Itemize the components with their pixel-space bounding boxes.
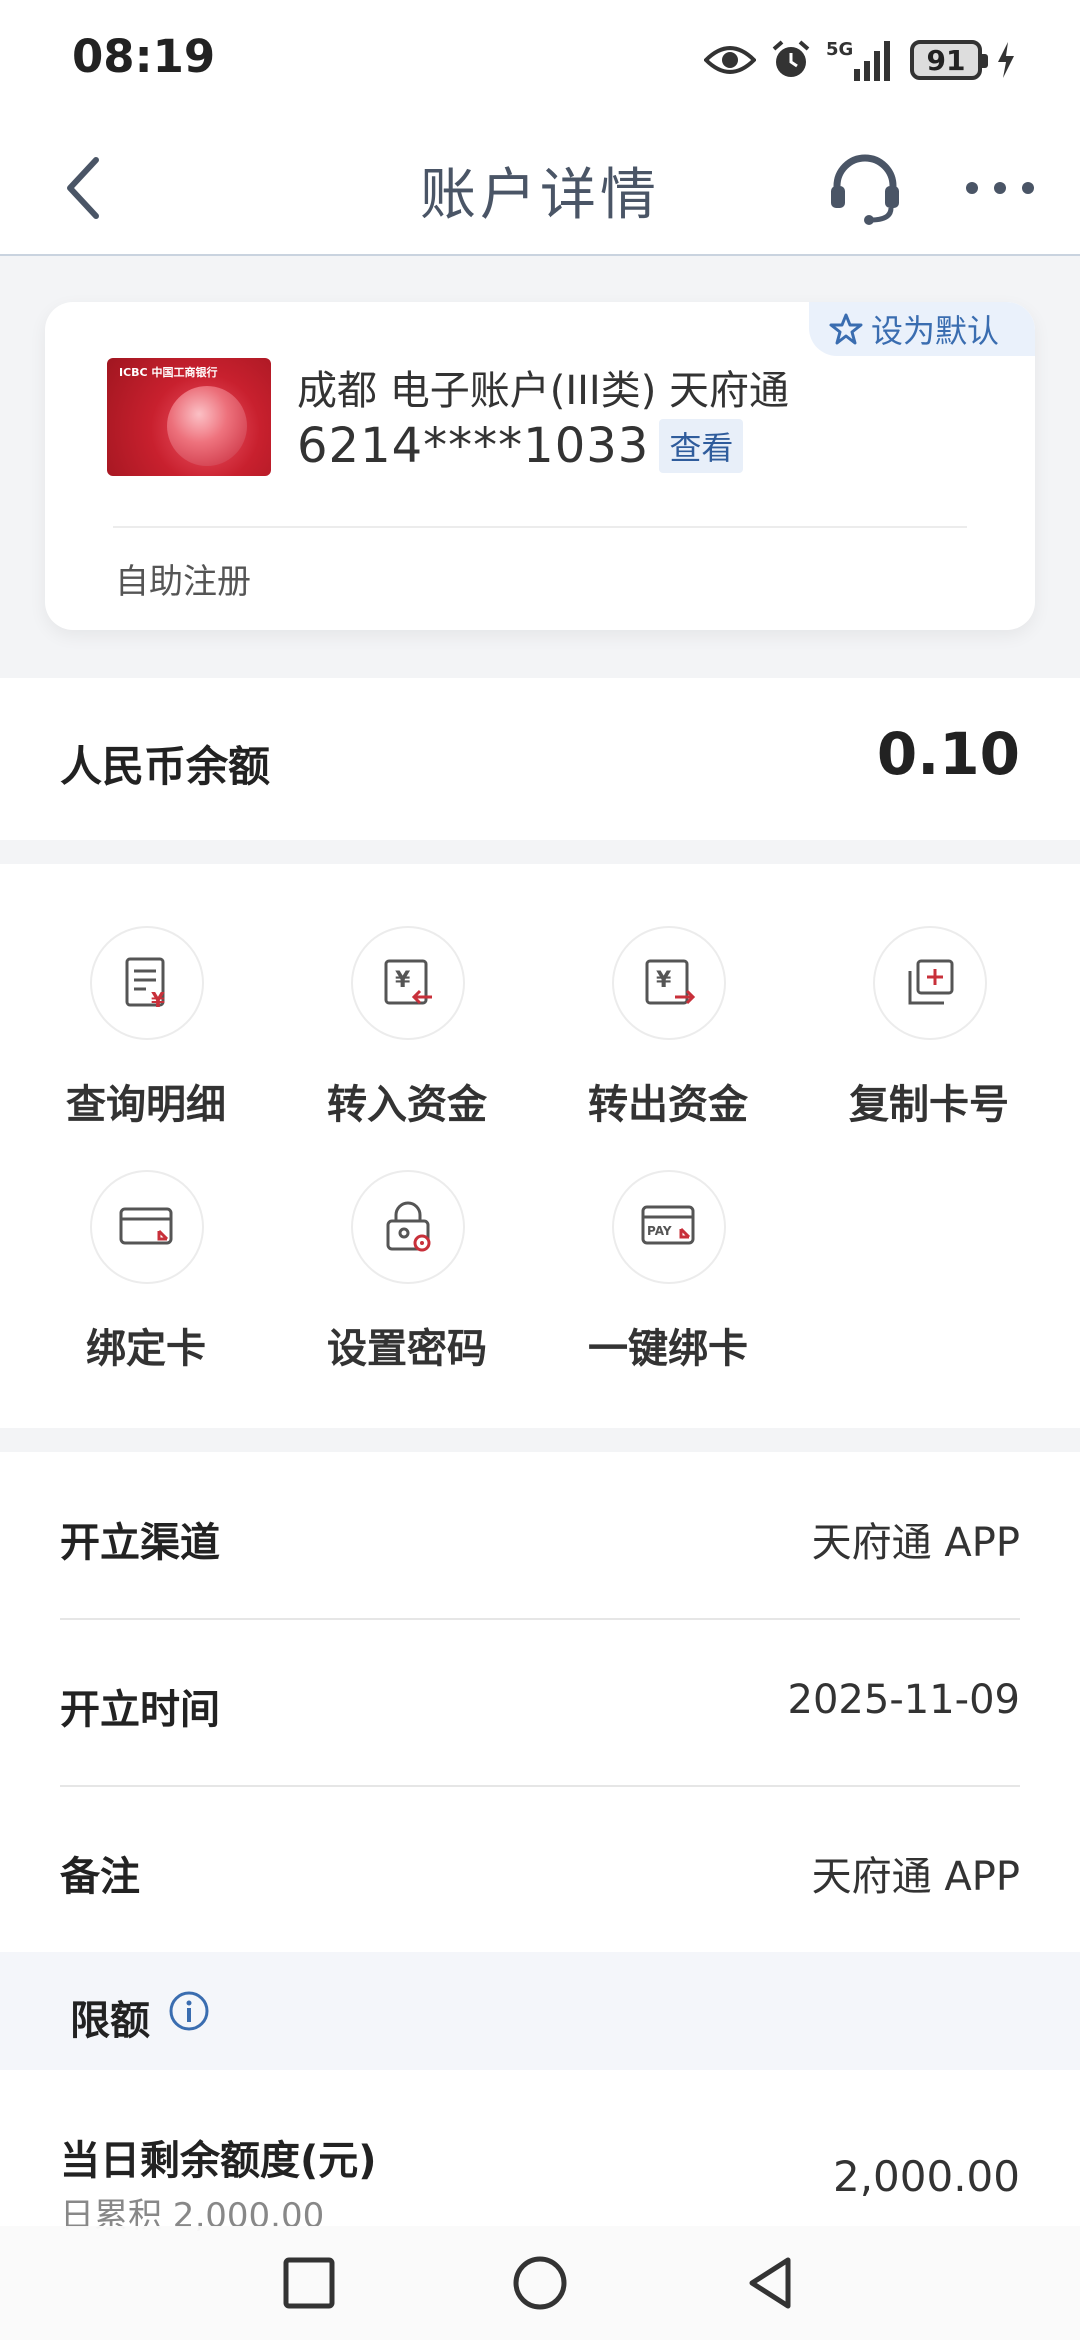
- card-divider: [113, 526, 967, 528]
- limits-title: 限额: [70, 1998, 150, 2044]
- signal-icon: 5G: [826, 39, 890, 81]
- account-info-list: 开立渠道 天府通 APP 开立时间 2025-11-09 备注 天府通 APP: [0, 1452, 1080, 1952]
- transfer-out-icon: ¥: [612, 926, 726, 1040]
- account-detail-page: 08:19 5G 91 账户详情 设为默认 ICBC 中国工商银行 成都 电子账…: [0, 0, 1080, 2340]
- svg-text:¥: ¥: [395, 968, 411, 993]
- account-card: 设为默认 ICBC 中国工商银行 成都 电子账户(III类) 天府通 6214*…: [45, 302, 1035, 630]
- eye-icon: [704, 46, 756, 74]
- more-dots-icon[interactable]: [960, 153, 1040, 223]
- info-value: 2025-11-09: [787, 1677, 1020, 1723]
- triangle-back-icon: [749, 2257, 791, 2309]
- status-icons: 5G 91: [704, 32, 1016, 88]
- info-row-remark: 备注 天府通 APP: [60, 1786, 1020, 1952]
- globe-graphic: [167, 386, 247, 466]
- set-default-button[interactable]: 设为默认: [808, 302, 1035, 356]
- password-lock-icon: [351, 1170, 465, 1284]
- bind-card-icon: [90, 1170, 204, 1284]
- transfer-in-icon: ¥: [351, 926, 465, 1040]
- info-icon[interactable]: [168, 1990, 210, 2032]
- svg-text:¥: ¥: [656, 968, 672, 993]
- limits-header: 限额: [0, 1952, 1080, 2070]
- action-query-details[interactable]: ¥ 查询明细: [16, 864, 276, 1128]
- action-bind-card[interactable]: 绑定卡: [16, 1108, 276, 1372]
- circle-icon: [513, 2256, 567, 2310]
- network-label: 5G: [826, 39, 853, 60]
- action-copy-card-number[interactable]: 复制卡号: [799, 864, 1059, 1128]
- back-nav-button[interactable]: [738, 2250, 804, 2316]
- battery-level: 91: [926, 43, 966, 77]
- square-icon: [283, 2257, 335, 2309]
- svg-text:PAY: PAY: [647, 1224, 672, 1238]
- info-row-open-date: 开立时间 2025-11-09: [60, 1619, 1020, 1785]
- info-row-channel: 开立渠道 天府通 APP: [60, 1452, 1020, 1618]
- balance-value: 0.10: [876, 720, 1020, 788]
- svg-text:¥: ¥: [151, 988, 165, 1011]
- home-button[interactable]: [507, 2250, 573, 2316]
- action-label: 设置密码: [327, 1326, 487, 1372]
- charging-icon: [998, 42, 1014, 78]
- actions-grid: ¥ 查询明细 ¥ 转入资金 ¥ 转出资金 复制卡号 绑定卡 设置密码 PAY 一…: [0, 864, 1080, 1428]
- card-number-row: 6214****1033 查看: [297, 418, 744, 474]
- action-one-click-bind[interactable]: PAY 一键绑卡: [538, 1108, 798, 1372]
- pay-card-icon: PAY: [612, 1170, 726, 1284]
- info-key: 开立时间: [60, 1687, 220, 1733]
- info-key: 开立渠道: [60, 1520, 220, 1566]
- card-name: 成都 电子账户(III类) 天府通: [297, 368, 790, 414]
- header: 账户详情: [0, 118, 1080, 256]
- card-bank-logo: ICBC 中国工商银行: [119, 366, 218, 379]
- view-card-number-button[interactable]: 查看: [659, 419, 744, 473]
- info-value: 天府通 APP: [811, 1854, 1020, 1900]
- self-register-link[interactable]: 自助注册: [115, 554, 251, 603]
- statement-icon: ¥: [90, 926, 204, 1040]
- card-number: 6214****1033: [297, 418, 650, 474]
- action-transfer-out[interactable]: ¥ 转出资金: [538, 864, 798, 1128]
- limit-value: 2,000.00: [832, 2152, 1020, 2201]
- info-value: 天府通 APP: [811, 1520, 1020, 1566]
- battery-icon: 91: [910, 40, 988, 80]
- page-title: 账户详情: [420, 163, 660, 228]
- action-label: 复制卡号: [849, 1082, 1009, 1128]
- recents-button[interactable]: [276, 2250, 342, 2316]
- action-transfer-in[interactable]: ¥ 转入资金: [277, 864, 537, 1128]
- set-default-label: 设为默认: [870, 312, 999, 350]
- card-image: ICBC 中国工商银行: [107, 358, 271, 476]
- limit-row-daily: 当日剩余额度(元) 日累积 2,000.00 2,000.00: [0, 2070, 1080, 2236]
- balance-section: 人民币余额 0.10: [0, 678, 1080, 840]
- info-key: 备注: [60, 1854, 140, 1900]
- status-bar: 08:19 5G 91: [0, 0, 1080, 118]
- alarm-icon: [772, 40, 810, 77]
- action-set-password[interactable]: 设置密码: [277, 1108, 537, 1372]
- action-label: 一键绑卡: [588, 1326, 748, 1372]
- copy-card-icon: [873, 926, 987, 1040]
- headset-icon[interactable]: [825, 148, 905, 228]
- system-nav-bar: [0, 2226, 1080, 2340]
- balance-label: 人民币余额: [60, 742, 271, 791]
- status-time: 08:19: [72, 30, 216, 83]
- limit-title: 当日剩余额度(元): [60, 2138, 377, 2184]
- action-label: 绑定卡: [86, 1326, 206, 1372]
- star-icon: [829, 313, 863, 345]
